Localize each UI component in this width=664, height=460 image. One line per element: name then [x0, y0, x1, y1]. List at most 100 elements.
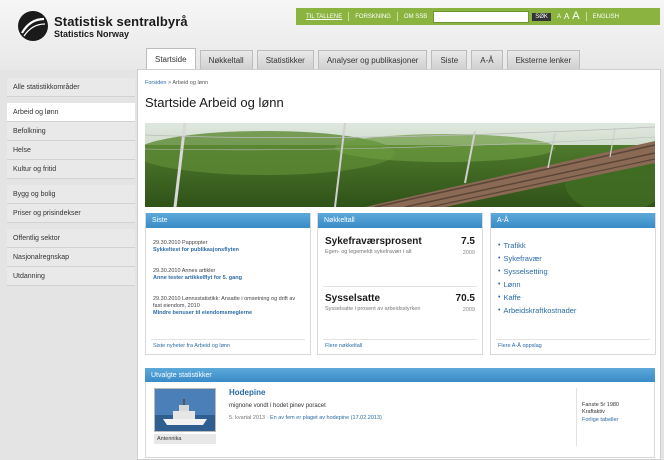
keyfigure-title: Sykefraværsprosent: [325, 236, 422, 247]
featured-meta-link[interactable]: En av fem er plaget av hodepine (17.02.2…: [270, 415, 382, 421]
link-english[interactable]: ENGLISH: [593, 14, 619, 20]
sidebar: Alle statistikkområder Arbeid og lønn Be…: [7, 78, 135, 286]
sidebar-item-bygg[interactable]: Bygg og bolig: [7, 185, 135, 204]
side-line: Fanste 5r 1980: [582, 402, 619, 408]
breadcrumb-current: Arbeid og lønn: [172, 80, 209, 86]
featured-meta-prefix: 5. kvartal 2013 ·: [229, 415, 270, 421]
thumbnail-caption: Antennika: [154, 434, 216, 444]
side-link[interactable]: Forlige tabeller: [582, 417, 619, 424]
tab-siste[interactable]: Siste: [431, 50, 468, 70]
siste-more-link[interactable]: Siste nyheter fra Arbeid og lønn: [153, 343, 230, 349]
brand-sub: Statistics Norway: [54, 29, 130, 39]
nokkeltall-more-link[interactable]: Flere nøkkeltall: [325, 343, 362, 349]
keyfigure[interactable]: Sykefraværsprosent 7.5 Egen- og legemeld…: [325, 236, 477, 256]
bullet-icon: •: [498, 307, 501, 314]
featured-thumbnail[interactable]: [154, 388, 216, 432]
divider: [323, 339, 477, 340]
top-bar: TIL TALLENE FORSKNING OM SSB SØK A A A E…: [296, 8, 660, 25]
aa-more-link[interactable]: Flere A-Å oppslag: [498, 343, 542, 349]
sidebar-item-priser[interactable]: Priser og prisindekser: [7, 204, 135, 223]
bullet-icon: •: [498, 255, 501, 262]
sidebar-item-helse[interactable]: Helse: [7, 141, 135, 160]
keyfigure-desc: Egen- og legemeldt sykefravær i alt: [325, 249, 412, 255]
link-til-tallene[interactable]: TIL TALLENE: [306, 14, 342, 20]
siste-heading: Siste: [146, 213, 310, 228]
keyfigure-value: 7.5: [461, 236, 475, 247]
sidebar-item-utdanning[interactable]: Utdanning: [7, 267, 135, 286]
utvalgte-box: Antennika Hodepine mignone vondt i hodet…: [145, 382, 655, 458]
site-header: Statistisk sentralbyrå Statistics Norway…: [0, 0, 664, 70]
tab-eksterne-lenker[interactable]: Eksterne lenker: [506, 50, 581, 70]
featured-side: Fanste 5r 1980 Kraftaktiv Forlige tabell…: [582, 402, 619, 424]
sidebar-item-kultur[interactable]: Kultur og fritid: [7, 160, 135, 179]
tab-analyser[interactable]: Analyser og publikasjoner: [317, 50, 428, 70]
nokkeltall-heading: Nøkkeltall: [318, 213, 482, 228]
main-content: Forsiden > Arbeid og lønn Startside Arbe…: [137, 69, 661, 460]
ship-image: [155, 389, 215, 431]
sidebar-item-arbeid[interactable]: Arbeid og lønn: [7, 103, 135, 122]
search-input[interactable]: [433, 10, 530, 23]
breadcrumb-home[interactable]: Forsiden: [145, 80, 166, 86]
bullet-icon: •: [498, 268, 501, 275]
tab-statistikker[interactable]: Statistikker: [256, 50, 314, 70]
featured-meta: 5. kvartal 2013 · En av fem er plaget av…: [229, 415, 382, 421]
railway-image: [145, 123, 655, 207]
bullet-icon: •: [498, 281, 501, 288]
news-meta: 29.30.2010 Annes artikler: [153, 268, 216, 274]
main-nav: Startside Nøkkeltall Statistikker Analys…: [146, 48, 584, 70]
tab-nokkeltall[interactable]: Nøkkeltall: [199, 50, 253, 70]
divider: [576, 388, 577, 446]
aa-item-trafikk[interactable]: • Trafikk: [498, 239, 576, 252]
keyfigure-desc: Sysselsatte i prosent av arbeidsstyrken: [325, 306, 421, 312]
font-size-large[interactable]: A: [572, 11, 579, 22]
news-link[interactable]: Mindre benuser til eiendomsmeglerne: [153, 310, 305, 317]
news-link[interactable]: Sykkeltest for publikasjonsflyten: [153, 247, 305, 254]
tab-startside[interactable]: Startside: [146, 48, 196, 70]
ssb-logo[interactable]: [18, 11, 48, 41]
tab-a-aa[interactable]: A-Å: [471, 50, 503, 70]
bullet-icon: •: [498, 242, 501, 249]
aa-item-sysselsetting[interactable]: • Sysselsetting: [498, 265, 576, 278]
keyfigure[interactable]: Sysselsatte 70.5 Sysselsatte i prosent a…: [325, 293, 477, 313]
keyfigure-title: Sysselsatte: [325, 293, 381, 304]
featured-desc: mignone vondt i hodet pinev poracet: [229, 403, 326, 409]
divider: [323, 286, 477, 287]
keyfigure-value: 70.5: [455, 293, 475, 304]
nokkeltall-box: Nøkkeltall Sykefraværsprosent 7.5 Egen- …: [317, 213, 483, 355]
utvalgte-heading: Utvalgte statistikker: [145, 368, 655, 382]
hero-image: [145, 123, 655, 207]
aa-item-arbeidskraftkostnader[interactable]: • Arbeidskraftkostnader: [498, 304, 576, 317]
bullet-icon: •: [498, 294, 501, 301]
aa-item-kaffe[interactable]: • Kaffe: [498, 291, 576, 304]
divider: [396, 12, 398, 21]
featured-title[interactable]: Hodepine: [229, 388, 265, 397]
divider: [151, 339, 305, 340]
font-size-medium[interactable]: A: [564, 12, 569, 21]
font-size-small[interactable]: A: [557, 14, 561, 20]
brand[interactable]: Statistisk sentralbyrå Statistics Norway: [54, 14, 188, 39]
aa-item-sykefravaer[interactable]: • Sykefravær: [498, 252, 576, 265]
news-link[interactable]: Anne tester artikkelflyt for 5. gang: [153, 275, 305, 282]
news-meta: 29.30.2010 Lønnsstatistikk: Ansatte i om…: [153, 296, 296, 310]
sidebar-item-nasjonalregnskap[interactable]: Nasjonalregnskap: [7, 248, 135, 267]
sidebar-item-alle[interactable]: Alle statistikkområder: [7, 78, 135, 97]
brand-name: Statistisk sentralbyrå: [54, 14, 188, 29]
aa-box: A-Å • Trafikk • Sykefravær • Sysselsetting …: [490, 213, 656, 355]
news-item: 29.30.2010 Pappopter Sykkeltest for publ…: [153, 240, 305, 254]
breadcrumb: Forsiden > Arbeid og lønn: [145, 80, 208, 86]
link-om-ssb[interactable]: OM SSB: [404, 14, 427, 20]
link-forskning[interactable]: FORSKNING: [355, 14, 391, 20]
divider: [348, 12, 350, 21]
page-title: Startside Arbeid og lønn: [145, 95, 284, 110]
news-meta: 29.30.2010 Pappopter: [153, 240, 208, 246]
aa-list: • Trafikk • Sykefravær • Sysselsetting • Løn…: [498, 239, 576, 317]
divider: [496, 339, 650, 340]
keyfigure-year: 2009: [462, 307, 475, 313]
sidebar-item-offentlig[interactable]: Offentlig sektor: [7, 229, 135, 248]
sidebar-item-befolkning[interactable]: Befolkning: [7, 122, 135, 141]
search-button[interactable]: SØK: [532, 12, 551, 21]
side-line: Kraftaktiv: [582, 409, 605, 416]
aa-heading: A-Å: [491, 213, 655, 228]
aa-item-lonn[interactable]: • Lønn: [498, 278, 576, 291]
news-item: 29.30.2010 Lønnsstatistikk: Ansatte i om…: [153, 296, 305, 317]
